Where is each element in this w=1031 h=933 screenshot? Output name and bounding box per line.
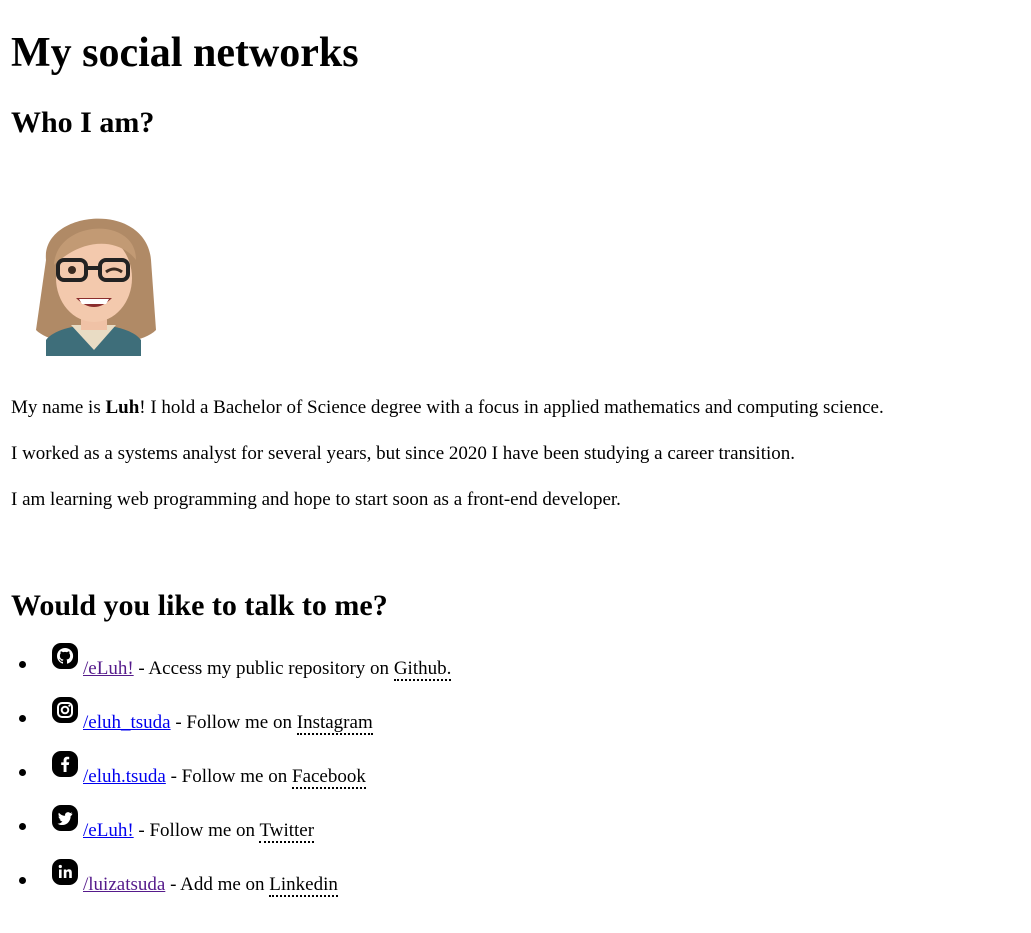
network-name: Twitter (259, 820, 315, 843)
instagram-link[interactable]: /eluh_tsuda (83, 712, 171, 733)
bio-text: My name is (11, 397, 106, 418)
bio-paragraph: My name is Luh! I hold a Bachelor of Sci… (11, 395, 884, 421)
network-name: Facebook (292, 766, 366, 789)
list-item-text: - Add me on (165, 874, 270, 895)
list-item-github: /eLuh! - Access my public repository on … (18, 643, 452, 702)
network-name: Instagram (296, 712, 373, 735)
twitter-icon (51, 804, 79, 832)
social-list: /eLuh! - Access my public repository on … (11, 643, 452, 918)
about-heading: Who I am? (11, 106, 155, 139)
linkedin-link[interactable]: /luizatsuda (83, 874, 165, 895)
twitter-link[interactable]: /eLuh! (83, 820, 134, 841)
instagram-icon (51, 696, 79, 724)
facebook-icon (51, 750, 79, 778)
list-item-text: - Follow me on (133, 820, 260, 841)
bio-paragraph: I worked as a systems analyst for severa… (11, 443, 796, 464)
list-item-text: - Follow me on (170, 712, 297, 733)
linkedin-icon (51, 858, 79, 886)
bio-text: ! I hold a Bachelor of Science degree wi… (139, 397, 884, 418)
facebook-link[interactable]: /eluh.tsuda (83, 766, 166, 787)
bio-paragraph: I am learning web programming and hope t… (11, 489, 621, 510)
list-item-twitter: /eLuh! - Follow me on Twitter (18, 805, 451, 864)
list-item-linkedin: /luizatsuda - Add me on Linkedin (18, 859, 451, 918)
github-icon (51, 642, 79, 670)
list-item-facebook: /eluh.tsuda - Follow me on Facebook (18, 751, 451, 810)
list-item-text: - Follow me on (165, 766, 292, 787)
bio: My name is Luh! I hold a Bachelor of Sci… (11, 395, 884, 533)
list-item-instagram: /eluh_tsuda - Follow me on Instagram (18, 697, 451, 756)
bio-name: Luh (105, 397, 140, 418)
network-name: Linkedin (269, 874, 338, 897)
page-title: My social networks (11, 30, 359, 76)
contact-heading: Would you like to talk to me? (11, 589, 388, 622)
network-name: Github. (393, 658, 452, 681)
github-link[interactable]: /eLuh! (83, 658, 134, 679)
avatar (26, 190, 162, 356)
list-item-text: - Access my public repository on (133, 658, 394, 679)
